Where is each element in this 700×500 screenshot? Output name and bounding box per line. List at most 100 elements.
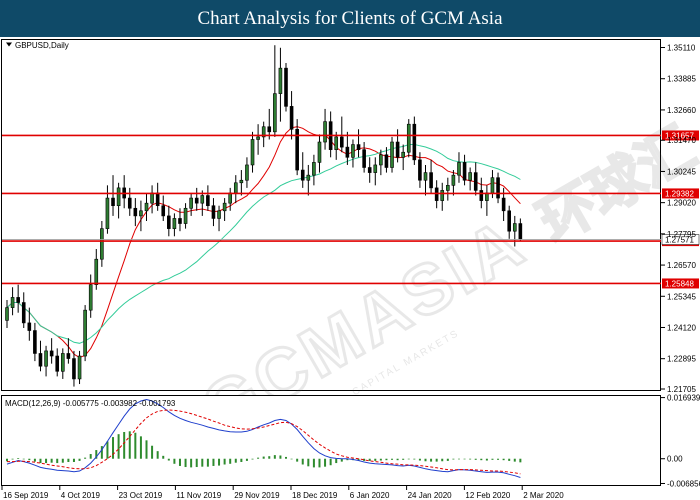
candle-body [49, 350, 54, 357]
macd-histogram-bar [435, 458, 438, 462]
macd-histogram-bar [324, 458, 327, 467]
candle [390, 136, 394, 173]
candle-body [339, 136, 344, 148]
macd-histogram-bar [112, 437, 115, 459]
macd-histogram-bar [469, 458, 472, 460]
candle-body [211, 205, 216, 219]
candle-body [501, 197, 506, 212]
macd-histogram-bar [497, 458, 500, 460]
macd-histogram-bar [285, 456, 287, 459]
macd-histogram-bar [508, 458, 511, 461]
macd-tick-label: -0.006856 [667, 479, 700, 488]
candle-body [150, 192, 154, 204]
macd-histogram-bar [184, 458, 187, 468]
candle-body [222, 202, 227, 212]
candle [77, 350, 82, 385]
macd-histogram-bar [28, 458, 31, 461]
candle-body [446, 185, 450, 191]
candle-body [496, 177, 500, 199]
macd-histogram-bar [134, 432, 137, 459]
candle-body [300, 169, 305, 181]
macd-histogram-bar [446, 458, 449, 461]
candle-body [66, 353, 71, 359]
macd-histogram-bar [229, 458, 232, 464]
macd-histogram-bar [273, 455, 276, 459]
macd-histogram-bar [72, 458, 75, 462]
macd-histogram-bar [279, 455, 282, 459]
candle-body [278, 67, 283, 94]
macd-tick-label: 0.016939 [667, 394, 700, 403]
candle-body [518, 223, 523, 240]
price-tick-label: 1.29020 [667, 199, 696, 208]
candle-body [267, 126, 272, 133]
candle-body [312, 162, 316, 176]
macd-histogram-bar [139, 436, 142, 459]
level-tag-label: 1.29382 [665, 189, 694, 198]
candle-body [356, 144, 361, 150]
macd-histogram-bar [173, 458, 176, 464]
time-tick-label: 29 Nov 2019 [234, 491, 280, 500]
candle-body [406, 123, 411, 153]
macd-histogram-bar [268, 456, 271, 459]
macd-histogram-bar [402, 458, 405, 460]
time-tick-label: 24 Jan 2020 [408, 491, 453, 500]
candle-body [457, 162, 461, 176]
macd-histogram-bar [156, 451, 159, 459]
macd-histogram-bar [513, 458, 516, 462]
price-tick-label: 1.27795 [667, 230, 696, 239]
candle-body [379, 154, 383, 166]
macd-histogram-bar [234, 458, 237, 463]
macd-histogram-bar [374, 458, 377, 461]
candle-body [323, 121, 327, 143]
candle-body [245, 164, 249, 181]
candle-body [401, 151, 405, 158]
macd-histogram-bar [223, 458, 226, 465]
macd-histogram-bar [212, 458, 215, 466]
chart-canvas[interactable]: GCMASIA 环球汇 GLOBAL CAPITAL MARKETS 1.316… [0, 37, 700, 500]
macd-histogram-bar [379, 458, 382, 461]
candle-body [100, 228, 104, 260]
candle-body [250, 139, 255, 166]
macd-histogram-bar [67, 458, 70, 462]
candle-body [44, 350, 48, 367]
candle-body [127, 197, 132, 209]
candle-body [233, 182, 238, 194]
macd-histogram-bar [335, 458, 338, 464]
macd-histogram-bar [457, 458, 460, 460]
price-tick-label: 1.33885 [667, 75, 696, 84]
candle-body [507, 210, 512, 232]
symbol-header: GBPUSD,Daily [6, 41, 69, 50]
candle-body [77, 355, 82, 380]
candle-body [345, 146, 350, 158]
macd-histogram-bar [301, 458, 304, 465]
macd-histogram-bar [491, 458, 494, 460]
macd-histogram-bar [257, 457, 260, 459]
candle-body [83, 309, 87, 357]
macd-label: MACD(12,26,9) -0.005775 -0.003982 -0.001… [5, 399, 176, 408]
candle-body [373, 164, 378, 173]
macd-histogram-bar [480, 458, 483, 461]
candle-body [194, 197, 199, 204]
candle-body [33, 330, 37, 354]
candle-body [306, 174, 311, 181]
macd-histogram-bar [56, 458, 59, 464]
macd-histogram-bar [385, 458, 388, 461]
macd-histogram-bar [485, 458, 488, 461]
macd-histogram-bar [17, 458, 20, 459]
candle-body [362, 149, 366, 168]
macd-histogram-bar [201, 458, 204, 467]
candle-body [273, 93, 277, 133]
candle-body [139, 210, 143, 217]
candle-body [72, 358, 76, 380]
price-tick-label: 1.22895 [667, 355, 696, 364]
candle-body [88, 284, 93, 311]
macd-histogram-bar [6, 458, 8, 462]
macd-histogram-bar [33, 458, 36, 462]
macd-histogram-bar [441, 458, 444, 462]
macd-histogram-bar [195, 458, 198, 468]
candle-body [479, 190, 484, 201]
macd-histogram-bar [123, 432, 126, 459]
macd-histogram-bar [61, 458, 64, 463]
candle-body [395, 141, 400, 158]
candle-body [27, 322, 32, 331]
